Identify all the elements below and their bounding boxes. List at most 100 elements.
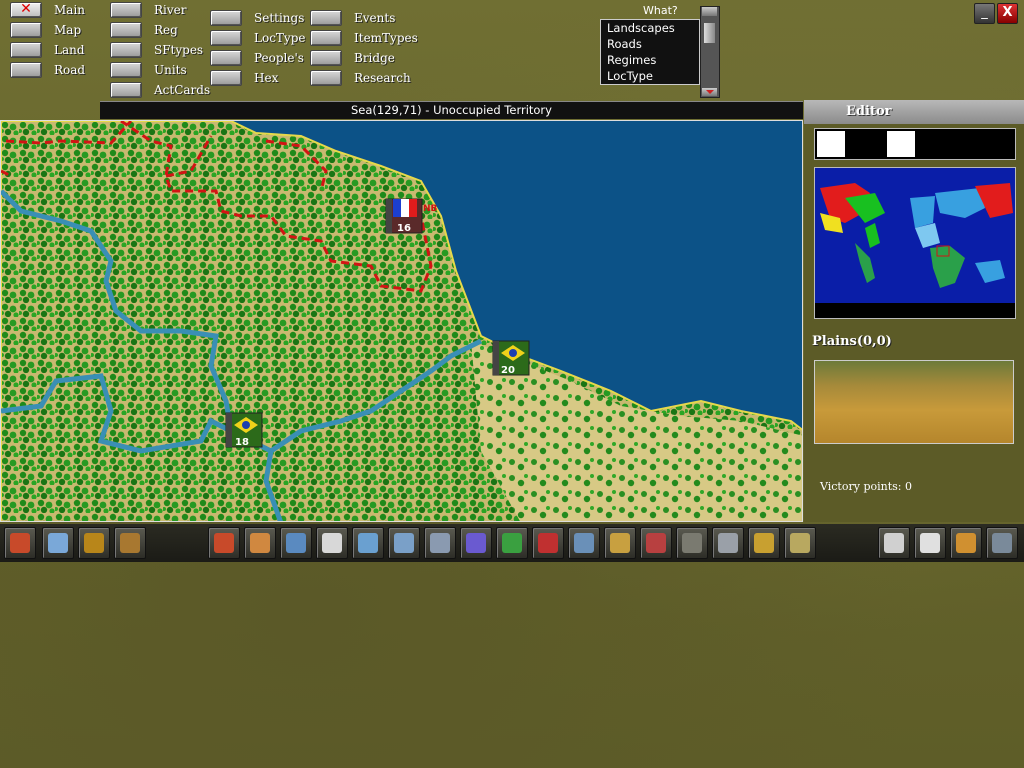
- what-label: What?: [643, 4, 678, 17]
- artillery-button[interactable]: [244, 527, 276, 559]
- factory-red-button[interactable]: [640, 527, 672, 559]
- scroll-up-button[interactable]: [702, 7, 717, 16]
- pliers-icon: [286, 533, 306, 553]
- menu-settings[interactable]: Settings: [210, 10, 304, 26]
- scroll-down-button[interactable]: [702, 88, 717, 96]
- what-option-loctype[interactable]: LocType: [601, 68, 699, 84]
- what-option-regimes[interactable]: Regimes: [601, 52, 699, 68]
- land-button[interactable]: [10, 42, 42, 58]
- menu-reg[interactable]: Reg: [110, 22, 178, 38]
- hexagon-icon: [790, 533, 810, 553]
- minimize-button[interactable]: _: [974, 3, 995, 24]
- add-button[interactable]: [496, 527, 528, 559]
- menu-actcards[interactable]: ActCards: [110, 82, 210, 98]
- map-button[interactable]: [10, 22, 42, 38]
- menu-bridge[interactable]: Bridge: [310, 50, 395, 66]
- hexagon-button[interactable]: [784, 527, 816, 559]
- swatch-white-1[interactable]: [817, 131, 845, 157]
- check-icon: [754, 533, 774, 553]
- rifles-button[interactable]: [986, 527, 1018, 559]
- road-button[interactable]: [10, 62, 42, 78]
- bridge-button[interactable]: [310, 50, 342, 66]
- what-option-landscapes[interactable]: Landscapes: [601, 20, 699, 36]
- what-listbox[interactable]: Landscapes Roads Regimes LocType: [600, 19, 700, 85]
- menu-land[interactable]: Land: [10, 42, 85, 58]
- undo-button[interactable]: [4, 527, 36, 559]
- bridge-label: Bridge: [354, 51, 395, 65]
- peoples-button[interactable]: [210, 50, 242, 66]
- menu-map[interactable]: Map: [10, 22, 81, 38]
- hex-map[interactable]: 16 NB 20 18: [0, 120, 803, 522]
- tank-button[interactable]: [604, 527, 636, 559]
- rocket-icon: [214, 533, 234, 553]
- factory-hq-button[interactable]: [78, 527, 110, 559]
- hex-button[interactable]: [210, 70, 242, 86]
- events-button[interactable]: [310, 10, 342, 26]
- road-label: Road: [54, 63, 86, 77]
- map-tools-button[interactable]: [950, 527, 982, 559]
- sftypes-button[interactable]: [110, 42, 142, 58]
- fortress-button[interactable]: [460, 527, 492, 559]
- reg-button[interactable]: [110, 22, 142, 38]
- settings-button[interactable]: [210, 10, 242, 26]
- remove-button[interactable]: [532, 527, 564, 559]
- close-button[interactable]: X: [997, 3, 1018, 24]
- tank-icon: [610, 533, 630, 553]
- world-minimap[interactable]: [814, 167, 1016, 319]
- aircraft-button[interactable]: [388, 527, 420, 559]
- unit-marker-18[interactable]: 18: [225, 412, 263, 448]
- menu-river[interactable]: River: [110, 2, 187, 18]
- what-option-roads[interactable]: Roads: [601, 36, 699, 52]
- menu-events[interactable]: Events: [310, 10, 395, 26]
- menu-main[interactable]: ✕ Main: [10, 2, 85, 18]
- color-swatches[interactable]: [814, 128, 1016, 160]
- menu-sftypes[interactable]: SFtypes: [110, 42, 203, 58]
- terrain-preview-image: [814, 360, 1014, 444]
- loctype-button[interactable]: [210, 30, 242, 46]
- menu-hex[interactable]: Hex: [210, 70, 278, 86]
- swatch-black-1[interactable]: [849, 131, 877, 157]
- menu-loctype[interactable]: LocType: [210, 30, 305, 46]
- menu-itemtypes[interactable]: ItemTypes: [310, 30, 418, 46]
- flag-button[interactable]: [878, 527, 910, 559]
- pliers-button[interactable]: [280, 527, 312, 559]
- settings-label: Settings: [254, 11, 305, 25]
- gun-icon: [430, 533, 450, 553]
- hex-info-text: Sea(129,71) - Unoccupied Territory: [351, 103, 552, 117]
- gun-button[interactable]: [424, 527, 456, 559]
- factory-button[interactable]: [114, 527, 146, 559]
- river-button[interactable]: [110, 2, 142, 18]
- menu-units[interactable]: Units: [110, 62, 187, 78]
- unit-marker-16[interactable]: 16: [385, 198, 423, 234]
- main-button[interactable]: ✕: [10, 2, 42, 18]
- chart-button[interactable]: [712, 527, 744, 559]
- actcards-button[interactable]: [110, 82, 142, 98]
- itemtypes-button[interactable]: [310, 30, 342, 46]
- menu-research[interactable]: Research: [310, 70, 411, 86]
- units-button[interactable]: [110, 62, 142, 78]
- reg-label: Reg: [154, 23, 178, 37]
- swatch-black-2[interactable]: [919, 131, 947, 157]
- minimize-icon: _: [981, 5, 988, 20]
- scroll-thumb[interactable]: [704, 23, 715, 43]
- unit-marker-20[interactable]: 20: [492, 340, 530, 376]
- road-button[interactable]: [676, 527, 708, 559]
- check-button[interactable]: [748, 527, 780, 559]
- what-scrollbar[interactable]: [700, 6, 720, 98]
- rifles-icon: [992, 533, 1012, 553]
- flag-icon: [884, 533, 904, 553]
- hq-flag-button[interactable]: [316, 527, 348, 559]
- book-button[interactable]: [914, 527, 946, 559]
- map-canvas[interactable]: 16 NB 20 18: [1, 121, 803, 522]
- plane-button[interactable]: [568, 527, 600, 559]
- swatch-white-2[interactable]: [887, 131, 915, 157]
- menu-road[interactable]: Road: [10, 62, 85, 78]
- globe-button[interactable]: [352, 527, 384, 559]
- globe-icon: [358, 533, 378, 553]
- research-button[interactable]: [310, 70, 342, 86]
- hex-label: Hex: [254, 71, 279, 85]
- victory-points: Victory points: 0: [820, 480, 912, 493]
- computer-button[interactable]: [42, 527, 74, 559]
- rocket-button[interactable]: [208, 527, 240, 559]
- menu-peoples[interactable]: People's: [210, 50, 304, 66]
